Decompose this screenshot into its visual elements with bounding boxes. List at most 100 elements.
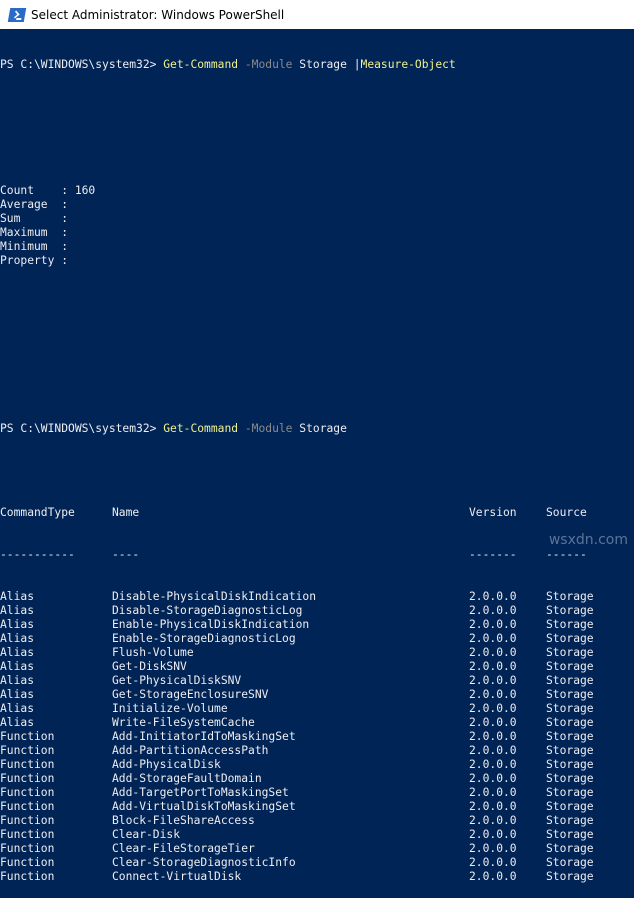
table-row: Alias Write-FileSystemCache 2.0.0.0 Storage — [0, 716, 634, 730]
table-row: Function Add-StorageFaultDomain 2.0.0.0 Sto… — [0, 772, 634, 786]
cell-version: 2.0.0.0 — [469, 674, 517, 687]
prompt-line-1: PS C:\WINDOWS\system32> Get-Command -Mod… — [0, 58, 634, 72]
cell-commandtype: Function — [0, 800, 55, 813]
cell-name: Write-FileSystemCache — [112, 716, 255, 729]
underline: ------- — [469, 548, 517, 561]
table-header: CommandType Name Version Source — [0, 506, 634, 520]
cell-commandtype: Alias — [0, 660, 35, 673]
measure-row: Property : — [0, 254, 634, 268]
measure-row: Maximum : — [0, 226, 634, 240]
table-row: Function Add-InitiatorIdToMaskingSet 2.0.0… — [0, 730, 634, 744]
cell-version: 2.0.0.0 — [469, 842, 517, 855]
prompt: PS C:\WINDOWS\system32> — [0, 58, 164, 71]
cell-source: Storage — [546, 716, 594, 729]
pipe-char: | — [353, 58, 361, 71]
cell-name: Get-StorageEnclosureSNV — [112, 688, 269, 701]
cell-name: Get-PhysicalDiskSNV — [112, 674, 242, 687]
cell-name: Add-TargetPortToMaskingSet — [112, 786, 289, 799]
cell-version: 2.0.0.0 — [469, 604, 517, 617]
cell-commandtype: Function — [0, 856, 55, 869]
parameter: -Module — [238, 58, 293, 71]
cell-commandtype: Function — [0, 786, 55, 799]
cell-source: Storage — [546, 856, 594, 869]
table-row: Alias Get-DiskSNV 2.0.0.0 Storage — [0, 660, 634, 674]
cell-commandtype: Function — [0, 758, 55, 771]
cell-name: Add-PartitionAccessPath — [112, 744, 269, 757]
cell-commandtype: Alias — [0, 618, 35, 631]
measure-label: Maximum — [0, 226, 62, 239]
cell-name: Enable-StorageDiagnosticLog — [112, 632, 296, 645]
cell-version: 2.0.0.0 — [469, 786, 517, 799]
underline: ---- — [112, 548, 140, 561]
cell-version: 2.0.0.0 — [469, 814, 517, 827]
cell-source: Storage — [546, 814, 594, 827]
cell-name: Flush-Volume — [112, 646, 194, 659]
cell-name: Disable-PhysicalDiskIndication — [112, 590, 317, 603]
cell-version: 2.0.0.0 — [469, 590, 517, 603]
window-title: Select Administrator: Windows PowerShell — [31, 7, 285, 22]
measure-output: Count : 160 Average : Sum : Maximum : Min… — [0, 184, 634, 268]
powershell-icon — [7, 7, 27, 22]
cell-source: Storage — [546, 730, 594, 743]
cell-commandtype: Alias — [0, 716, 35, 729]
watermark: wsxdn.com — [548, 532, 628, 548]
cell-name: Add-PhysicalDisk — [112, 758, 221, 771]
cell-source: Storage — [546, 646, 594, 659]
prompt: PS C:\WINDOWS\system32> — [0, 422, 164, 435]
parameter: -Module — [238, 422, 293, 435]
cell-name: Initialize-Volume — [112, 702, 228, 715]
cell-name: Get-DiskSNV — [112, 660, 187, 673]
cell-name: Clear-FileStorageTier — [112, 842, 255, 855]
measure-label: Sum — [0, 212, 62, 225]
table-row: Alias Disable-PhysicalDiskIndication 2.0.0… — [0, 590, 634, 604]
cell-name: Add-StorageFaultDomain — [112, 772, 262, 785]
cell-commandtype: Function — [0, 814, 55, 827]
cell-version: 2.0.0.0 — [469, 702, 517, 715]
console-output[interactable]: PS C:\WINDOWS\system32> Get-Command -Mod… — [0, 30, 634, 883]
cell-version: 2.0.0.0 — [469, 730, 517, 743]
header-commandtype: CommandType — [0, 506, 75, 519]
pipe-command: Measure-Object — [360, 58, 456, 71]
header-name: Name — [112, 506, 140, 519]
table-underline: ----------- ---- ------- ------ — [0, 548, 634, 562]
header-source: Source — [546, 506, 587, 519]
table-row: Function Block-FileShareAccess 2.0.0.0 Stor… — [0, 814, 634, 828]
cell-version: 2.0.0.0 — [469, 646, 517, 659]
cell-name: Clear-StorageDiagnosticInfo — [112, 856, 296, 869]
cell-source: Storage — [546, 758, 594, 771]
cell-version: 2.0.0.0 — [469, 772, 517, 785]
command: Get-Command — [163, 422, 239, 435]
underline: ------ — [546, 548, 587, 561]
cell-name: Clear-Disk — [112, 828, 181, 841]
table-row: Function Connect-VirtualDisk 2.0.0.0 Storag… — [0, 870, 634, 884]
cell-source: Storage — [546, 772, 594, 785]
cell-source: Storage — [546, 702, 594, 715]
cell-version: 2.0.0.0 — [469, 716, 517, 729]
cell-commandtype: Alias — [0, 632, 35, 645]
measure-sep: : — [61, 198, 75, 211]
table-row: Function Clear-StorageDiagnosticInfo 2.0.0… — [0, 856, 634, 870]
cell-commandtype: Function — [0, 870, 55, 883]
cell-version: 2.0.0.0 — [469, 758, 517, 771]
measure-label: Property — [0, 254, 62, 267]
cell-commandtype: Alias — [0, 688, 35, 701]
cell-commandtype: Alias — [0, 674, 35, 687]
cell-source: Storage — [546, 786, 594, 799]
table-row: Alias Disable-StorageDiagnosticLog 2.0.0.0… — [0, 604, 634, 618]
measure-row: Count : 160 — [0, 184, 634, 198]
cell-commandtype: Function — [0, 842, 55, 855]
table-row: Function Clear-Disk 2.0.0.0 Storage — [0, 828, 634, 842]
title-bar[interactable]: Select Administrator: Windows PowerShell — [0, 0, 634, 29]
cell-source: Storage — [546, 660, 594, 673]
cell-source: Storage — [546, 632, 594, 645]
cell-commandtype: Function — [0, 730, 55, 743]
table-row: Alias Enable-StorageDiagnosticLog 2.0.0.0 S… — [0, 632, 634, 646]
cell-version: 2.0.0.0 — [469, 856, 517, 869]
cell-version: 2.0.0.0 — [469, 618, 517, 631]
cell-version: 2.0.0.0 — [469, 800, 517, 813]
measure-row: Minimum : — [0, 240, 634, 254]
measure-sep: : — [61, 184, 75, 197]
cell-source: Storage — [546, 800, 594, 813]
measure-sep: : — [61, 226, 75, 239]
argument: Storage — [292, 58, 354, 71]
